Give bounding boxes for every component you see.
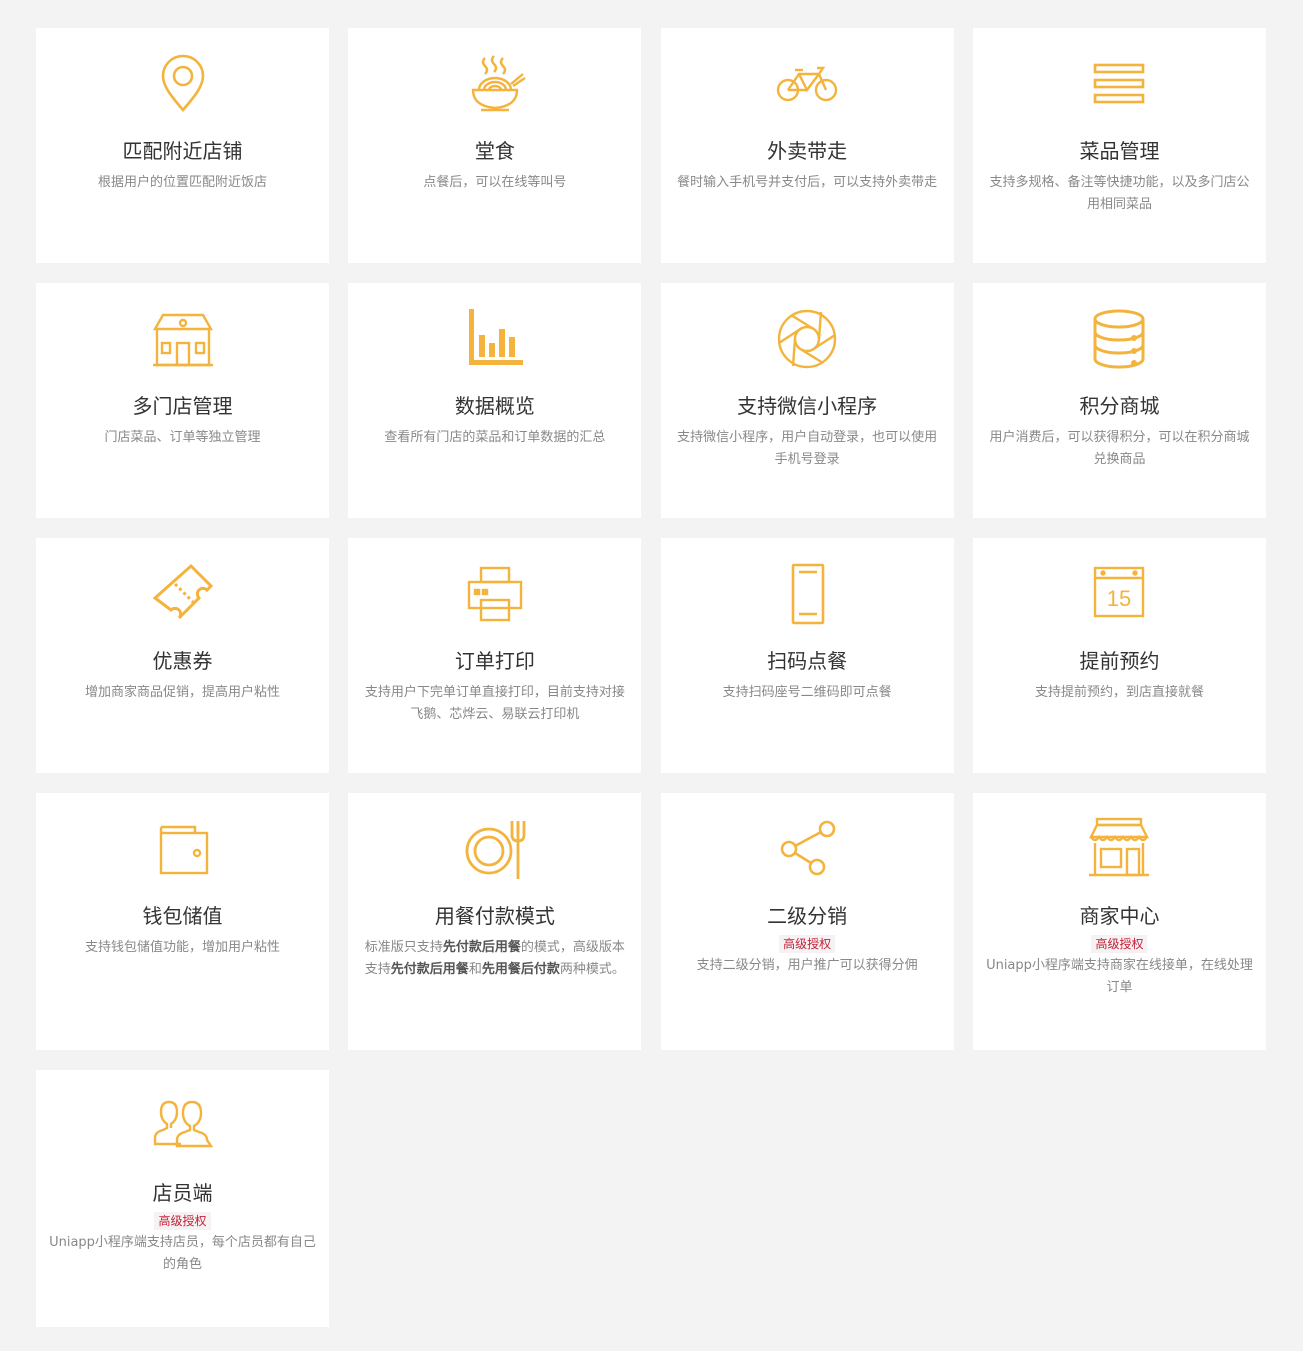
feature-title: 用餐付款模式: [434, 904, 555, 928]
menu-list-icon: [1087, 52, 1151, 116]
feature-title: 二级分销: [767, 904, 848, 928]
feature-title: 支持微信小程序: [737, 394, 878, 418]
feature-desc: 根据用户的位置匹配附近饭店: [97, 175, 267, 190]
feature-card-wechat-mini-program[interactable]: 支持微信小程序 支持微信小程序，用户自动登录，也可以使用手机号登录: [660, 283, 954, 518]
feature-desc: 支持提前预约，到店直接就餐: [1034, 685, 1204, 700]
feature-title: 店员端: [152, 1181, 213, 1205]
feature-title: 堂食: [474, 139, 515, 163]
staff-users-icon: [151, 1094, 215, 1158]
feature-title: 数据概览: [454, 394, 535, 418]
feature-title: 外卖带走: [767, 139, 848, 163]
feature-title: 订单打印: [454, 649, 535, 673]
desc-highlight: 先用餐后付款: [481, 962, 560, 977]
mobile-phone-icon: [775, 562, 839, 626]
feature-card-reservation[interactable]: 15 提前预约 支持提前预约，到店直接就餐: [972, 538, 1266, 773]
feature-card-merchant-center[interactable]: 商家中心 高级授权 Uniapp小程序端支持商家在线接单，在线处理订单: [972, 793, 1266, 1050]
feature-grid: 匹配附近店铺 根据用户的位置匹配附近饭店 堂食 点餐后，可以在线等叫号 外卖带走…: [36, 28, 1266, 1347]
shopfront-icon: [1087, 817, 1151, 881]
desc-highlight: 先付款后用餐: [390, 962, 469, 977]
noodle-bowl-icon: [463, 52, 527, 116]
premium-license-badge: 高级授权: [1091, 935, 1148, 953]
bar-chart-icon: [463, 307, 527, 371]
feature-card-data-overview[interactable]: 数据概览 查看所有门店的菜品和订单数据的汇总: [348, 283, 642, 518]
feature-desc: 标准版只支持先付款后用餐的模式，高级版本支持先付款后用餐和先用餐后付款两种模式。: [360, 937, 629, 981]
feature-desc: 支持钱包储值功能，增加用户粘性: [84, 940, 280, 955]
wallet-icon: [151, 817, 215, 881]
feature-desc: 支持扫码座号二维码即可点餐: [722, 685, 892, 700]
feature-title: 扫码点餐: [767, 649, 848, 673]
feature-title: 提前预约: [1079, 649, 1160, 673]
feature-desc: 增加商家商品促销，提高用户粘性: [84, 685, 280, 700]
feature-desc: 支持微信小程序，用户自动登录，也可以使用手机号登录: [677, 430, 938, 467]
feature-desc: 点餐后，可以在线等叫号: [423, 175, 567, 190]
feature-card-points-mall[interactable]: 积分商城 用户消费后，可以获得积分，可以在积分商城兑换商品: [972, 283, 1266, 518]
calendar-day-number: 15: [1107, 586, 1131, 611]
location-pin-icon: [151, 52, 215, 116]
desc-text: 标准版只支持: [364, 940, 443, 955]
premium-license-badge: 高级授权: [779, 935, 836, 953]
store-building-icon: [151, 307, 215, 371]
feature-card-wallet[interactable]: 钱包储值 支持钱包储值功能，增加用户粘性: [36, 793, 329, 1050]
feature-desc: Uniapp小程序端支持店员，每个店员都有自己的角色: [49, 1235, 316, 1272]
feature-desc: Uniapp小程序端支持商家在线接单，在线处理订单: [986, 958, 1253, 995]
calendar-icon: 15: [1087, 562, 1151, 626]
feature-card-dish-management[interactable]: 菜品管理 支持多规格、备注等快捷功能，以及多门店公用相同菜品: [972, 28, 1266, 263]
desc-text: 两种模式。: [559, 962, 625, 977]
feature-title: 菜品管理: [1079, 139, 1160, 163]
feature-card-takeaway[interactable]: 外卖带走 餐时输入手机号并支付后，可以支持外卖带走: [660, 28, 954, 263]
feature-desc: 查看所有门店的菜品和订单数据的汇总: [384, 430, 606, 445]
feature-title: 优惠券: [152, 649, 213, 673]
feature-card-payment-mode[interactable]: 用餐付款模式 标准版只支持先付款后用餐的模式，高级版本支持先付款后用餐和先用餐后…: [348, 793, 642, 1050]
desc-text: 和: [468, 962, 482, 977]
bicycle-icon: [775, 52, 839, 116]
printer-icon: [463, 562, 527, 626]
share-icon: [775, 817, 839, 881]
feature-card-multi-store[interactable]: 多门店管理 门店菜品、订单等独立管理: [36, 283, 329, 518]
aperture-icon: [775, 307, 839, 371]
feature-title: 匹配附近店铺: [122, 139, 243, 163]
feature-card-staff-app[interactable]: 店员端 高级授权 Uniapp小程序端支持店员，每个店员都有自己的角色: [36, 1070, 329, 1327]
feature-title: 积分商城: [1079, 394, 1160, 418]
feature-desc: 门店菜品、订单等独立管理: [104, 430, 261, 445]
feature-card-coupon[interactable]: 优惠券 增加商家商品促销，提高用户粘性: [36, 538, 329, 773]
feature-title: 钱包储值: [142, 904, 223, 928]
feature-card-nearby-stores[interactable]: 匹配附近店铺 根据用户的位置匹配附近饭店: [36, 28, 329, 263]
premium-license-badge: 高级授权: [154, 1212, 211, 1230]
feature-card-dine-in[interactable]: 堂食 点餐后，可以在线等叫号: [348, 28, 642, 263]
feature-desc: 用户消费后，可以获得积分，可以在积分商城兑换商品: [989, 430, 1250, 467]
feature-desc: 餐时输入手机号并支付后，可以支持外卖带走: [677, 175, 938, 190]
feature-desc: 支持用户下完单订单直接打印，目前支持对接飞鹅、芯烨云、易联云打印机: [364, 685, 625, 722]
feature-desc: 支持二级分销，用户推广可以获得分佣: [696, 958, 918, 973]
feature-card-order-printing[interactable]: 订单打印 支持用户下完单订单直接打印，目前支持对接飞鹅、芯烨云、易联云打印机: [348, 538, 642, 773]
feature-title: 多门店管理: [132, 394, 233, 418]
feature-card-two-level-distribution[interactable]: 二级分销 高级授权 支持二级分销，用户推广可以获得分佣: [660, 793, 954, 1050]
database-coins-icon: [1087, 307, 1151, 371]
plate-fork-icon: [463, 817, 527, 881]
feature-desc: 支持多规格、备注等快捷功能，以及多门店公用相同菜品: [989, 175, 1250, 212]
feature-title: 商家中心: [1079, 904, 1160, 928]
desc-highlight: 先付款后用餐: [442, 940, 521, 955]
feature-card-scan-to-order[interactable]: 扫码点餐 支持扫码座号二维码即可点餐: [660, 538, 954, 773]
coupon-ticket-icon: [151, 562, 215, 626]
